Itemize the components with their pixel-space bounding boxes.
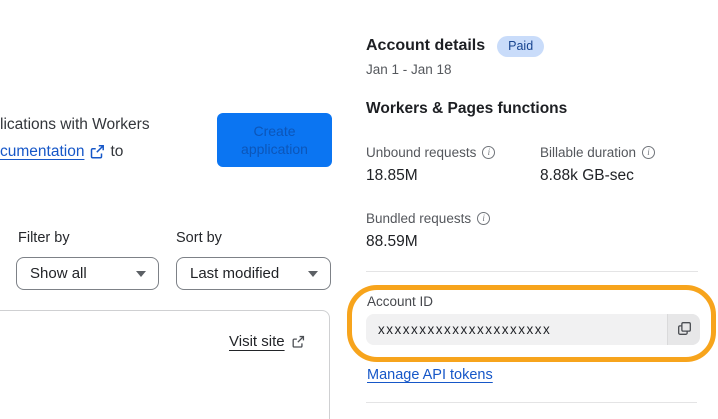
account-details-title: Account details	[366, 37, 486, 55]
external-link-icon	[89, 144, 105, 160]
divider	[366, 402, 697, 403]
manage-api-tokens-link[interactable]: Manage API tokens	[367, 367, 493, 383]
metric-value-bundled-requests: 88.59M	[366, 233, 418, 250]
account-id-value[interactable]: xxxxxxxxxxxxxxxxxxxxx	[366, 314, 667, 345]
sort-by-label: Sort by	[176, 230, 222, 246]
intro-text-line2: cumentation to	[0, 143, 123, 161]
functions-section-title: Workers & Pages functions	[366, 100, 568, 117]
chevron-down-icon	[136, 270, 146, 277]
workers-pages-dashboard: lications with Workers cumentation to Cr…	[0, 0, 718, 419]
create-application-button[interactable]: Create application	[217, 113, 332, 167]
date-range: Jan 1 - Jan 18	[366, 62, 452, 77]
project-card	[0, 310, 330, 419]
documentation-link[interactable]: cumentation	[0, 143, 84, 161]
external-link-icon	[291, 335, 305, 349]
account-id-field-group: xxxxxxxxxxxxxxxxxxxxx	[366, 314, 700, 345]
account-id-label: Account ID	[367, 294, 434, 309]
metric-label-billable-duration: Billable duration i	[540, 145, 656, 160]
divider	[366, 271, 698, 272]
metric-value-unbound-requests: 18.85M	[366, 167, 418, 184]
info-icon[interactable]: i	[642, 146, 656, 159]
info-icon[interactable]: i	[482, 146, 496, 159]
account-details-header: Account details Paid	[366, 36, 545, 57]
intro-text-suffix: to	[110, 143, 124, 160]
visit-site-row: Visit site	[229, 333, 305, 350]
copy-account-id-button[interactable]	[667, 314, 700, 345]
chevron-down-icon	[308, 270, 318, 277]
filter-dropdown-value: Show all	[30, 265, 87, 282]
sort-dropdown-value: Last modified	[190, 265, 280, 282]
info-icon[interactable]: i	[477, 212, 491, 225]
filter-by-label: Filter by	[18, 230, 70, 246]
visit-site-link[interactable]: Visit site	[229, 333, 285, 350]
sort-dropdown[interactable]: Last modified	[176, 257, 331, 290]
copy-icon	[677, 321, 692, 339]
intro-text-line1: lications with Workers	[0, 116, 150, 133]
metric-label-bundled-requests: Bundled requests i	[366, 211, 491, 226]
metric-label-unbound-requests: Unbound requests i	[366, 145, 496, 160]
paid-plan-badge: Paid	[497, 36, 545, 57]
metric-value-billable-duration: 8.88k GB-sec	[540, 167, 634, 184]
filter-dropdown[interactable]: Show all	[16, 257, 159, 290]
